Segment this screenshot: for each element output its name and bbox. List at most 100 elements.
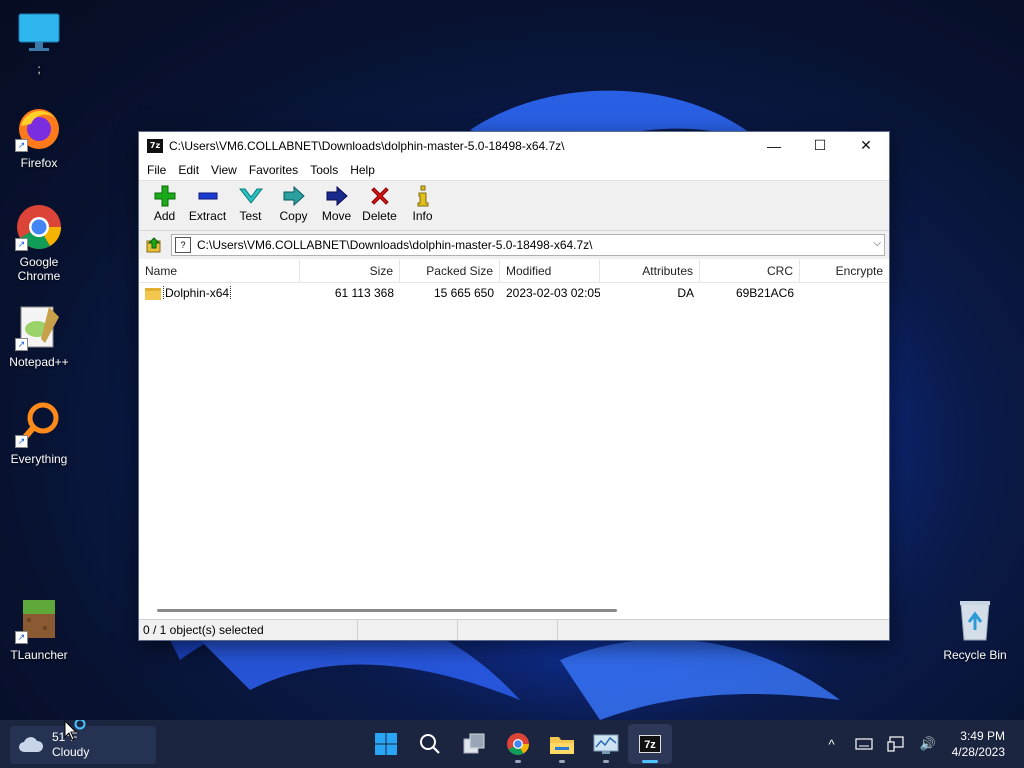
column-header-attributes[interactable]: Attributes <box>600 259 700 282</box>
show-hidden-icons-chevron[interactable]: ^ <box>816 737 848 752</box>
test-label: Test <box>239 209 262 223</box>
row-crc: 69B21AC6 <box>735 286 794 300</box>
address-path: C:\Users\VM6.COLLABNET\Downloads\dolphin… <box>197 238 593 252</box>
shortcut-arrow-icon: ↗ <box>15 338 28 351</box>
menu-edit[interactable]: Edit <box>172 163 205 177</box>
task-view-icon <box>463 733 485 754</box>
column-header-packed-size[interactable]: Packed Size <box>400 259 500 282</box>
taskbar-chrome[interactable] <box>496 724 540 764</box>
delete-button[interactable]: Delete <box>358 185 401 223</box>
add-button[interactable]: Add <box>143 185 186 223</box>
move-button[interactable]: Move <box>315 185 358 223</box>
resource-monitor-icon <box>593 734 619 754</box>
desktop-icon-notepadpp[interactable]: ↗ Notepad++ <box>1 303 77 369</box>
table-row[interactable]: Dolphin-x64 61 113 368 15 665 650 2023-0… <box>139 283 889 303</box>
list-header: Name Size Packed Size Modified Attribute… <box>139 259 889 283</box>
file-list[interactable]: Name Size Packed Size Modified Attribute… <box>139 259 889 619</box>
chrome-icon <box>507 733 529 755</box>
taskbar-apps: 7z <box>364 720 672 768</box>
taskbar-file-explorer[interactable] <box>540 724 584 764</box>
shortcut-arrow-icon: ↗ <box>15 631 28 644</box>
desktop-icon-label: Recycle Bin <box>943 648 1007 662</box>
desktop-icon-label: Notepad++ <box>9 355 69 369</box>
extract-button[interactable]: Extract <box>186 185 229 223</box>
window-title: C:\Users\VM6.COLLABNET\Downloads\dolphin… <box>169 138 565 153</box>
desktop-icon-monitor[interactable]: ; <box>1 10 77 76</box>
task-view-button[interactable] <box>452 724 496 764</box>
info-icon <box>410 185 436 207</box>
desktop-icon-label: Everything <box>10 452 68 466</box>
running-indicator <box>515 760 521 763</box>
minimize-button[interactable]: — <box>751 132 797 159</box>
title-bar[interactable]: 7z C:\Users\VM6.COLLABNET\Downloads\dolp… <box>139 132 889 159</box>
row-size: 61 113 368 <box>334 286 394 300</box>
column-header-size[interactable]: Size <box>300 259 400 282</box>
desktop-icon-label: TLauncher <box>10 648 68 662</box>
status-cell-2 <box>358 620 458 640</box>
maximize-button[interactable]: ☐ <box>797 132 843 159</box>
status-cell-4 <box>558 620 889 640</box>
taskbar: 51°F Cloudy 7z ^ <box>0 720 1024 768</box>
column-header-crc[interactable]: CRC <box>700 259 800 282</box>
weather-condition: Cloudy <box>52 745 90 759</box>
scrollbar-thumb[interactable] <box>157 609 617 612</box>
taskbar-resource-monitor[interactable] <box>584 724 628 764</box>
touch-keyboard-icon[interactable] <box>848 737 880 751</box>
column-header-modified[interactable]: Modified <box>500 259 600 282</box>
desktop-icon-everything[interactable]: ↗ Everything <box>1 400 77 466</box>
info-label: Info <box>412 209 433 223</box>
desktop-icon-firefox[interactable]: ↗ Firefox <box>1 104 77 170</box>
horizontal-scrollbar[interactable] <box>139 602 889 619</box>
row-packed-size: 15 665 650 <box>433 286 494 300</box>
menu-help[interactable]: Help <box>344 163 381 177</box>
address-bar: ? C:\Users\VM6.COLLABNET\Downloads\dolph… <box>139 231 889 259</box>
shortcut-arrow-icon: ↗ <box>15 238 28 251</box>
desktop-icon-chrome[interactable]: ↗ Google Chrome <box>1 203 77 283</box>
menu-tools[interactable]: Tools <box>304 163 344 177</box>
desktop-icon-recycle-bin[interactable]: Recycle Bin <box>937 596 1013 662</box>
address-field[interactable]: ? C:\Users\VM6.COLLABNET\Downloads\dolph… <box>171 234 885 256</box>
running-indicator <box>559 760 565 763</box>
clock-time: 3:49 PM <box>960 729 1005 743</box>
up-folder-button[interactable] <box>143 235 165 255</box>
desktop-icon-label: Google Chrome <box>17 255 61 283</box>
menu-view[interactable]: View <box>205 163 243 177</box>
firefox-icon: ↗ <box>15 104 63 152</box>
add-label: Add <box>153 209 176 223</box>
copy-label: Copy <box>279 209 308 223</box>
7zip-icon: 7z <box>639 735 661 753</box>
toolbar: Add Extract Test Copy Move Delete Info <box>139 181 889 231</box>
info-button[interactable]: Info <box>401 185 444 223</box>
row-name-cell: Dolphin-x64 <box>139 286 300 300</box>
menu-favorites[interactable]: Favorites <box>243 163 304 177</box>
chevron-down-icon[interactable]: ⌵ <box>873 238 881 249</box>
monitor-icon <box>15 10 63 58</box>
menu-bar: File Edit View Favorites Tools Help <box>139 159 889 181</box>
start-button[interactable] <box>364 724 408 764</box>
copy-button[interactable]: Copy <box>272 185 315 223</box>
network-icon[interactable] <box>880 736 912 752</box>
volume-icon[interactable]: 🔊 <box>912 736 944 752</box>
desktop-icon-label: ; <box>37 62 41 76</box>
desktop-icon-tlauncher[interactable]: ↗ TLauncher <box>1 596 77 662</box>
7zip-file-manager-window: 7z C:\Users\VM6.COLLABNET\Downloads\dolp… <box>138 131 890 641</box>
column-header-name[interactable]: Name <box>139 259 300 282</box>
status-cell-3 <box>458 620 558 640</box>
shortcut-arrow-icon: ↗ <box>15 139 28 152</box>
shortcut-arrow-icon: ↗ <box>15 435 28 448</box>
row-attributes: DA <box>677 286 694 300</box>
folder-icon <box>145 287 161 300</box>
clock[interactable]: 3:49 PM 4/28/2023 <box>944 728 1024 760</box>
taskbar-7zip[interactable]: 7z <box>628 724 672 764</box>
delete-label: Delete <box>362 209 397 223</box>
column-header-encrypted[interactable]: Encrypte <box>800 259 889 282</box>
test-button[interactable]: Test <box>229 185 272 223</box>
close-button[interactable]: ✕ <box>843 132 889 159</box>
move-arrow-icon <box>324 185 350 207</box>
menu-file[interactable]: File <box>141 163 172 177</box>
mouse-cursor <box>64 718 90 747</box>
start-icon <box>375 733 397 755</box>
search-icon <box>420 734 440 754</box>
status-selected: 0 / 1 object(s) selected <box>139 620 358 640</box>
taskbar-search-button[interactable] <box>408 724 452 764</box>
